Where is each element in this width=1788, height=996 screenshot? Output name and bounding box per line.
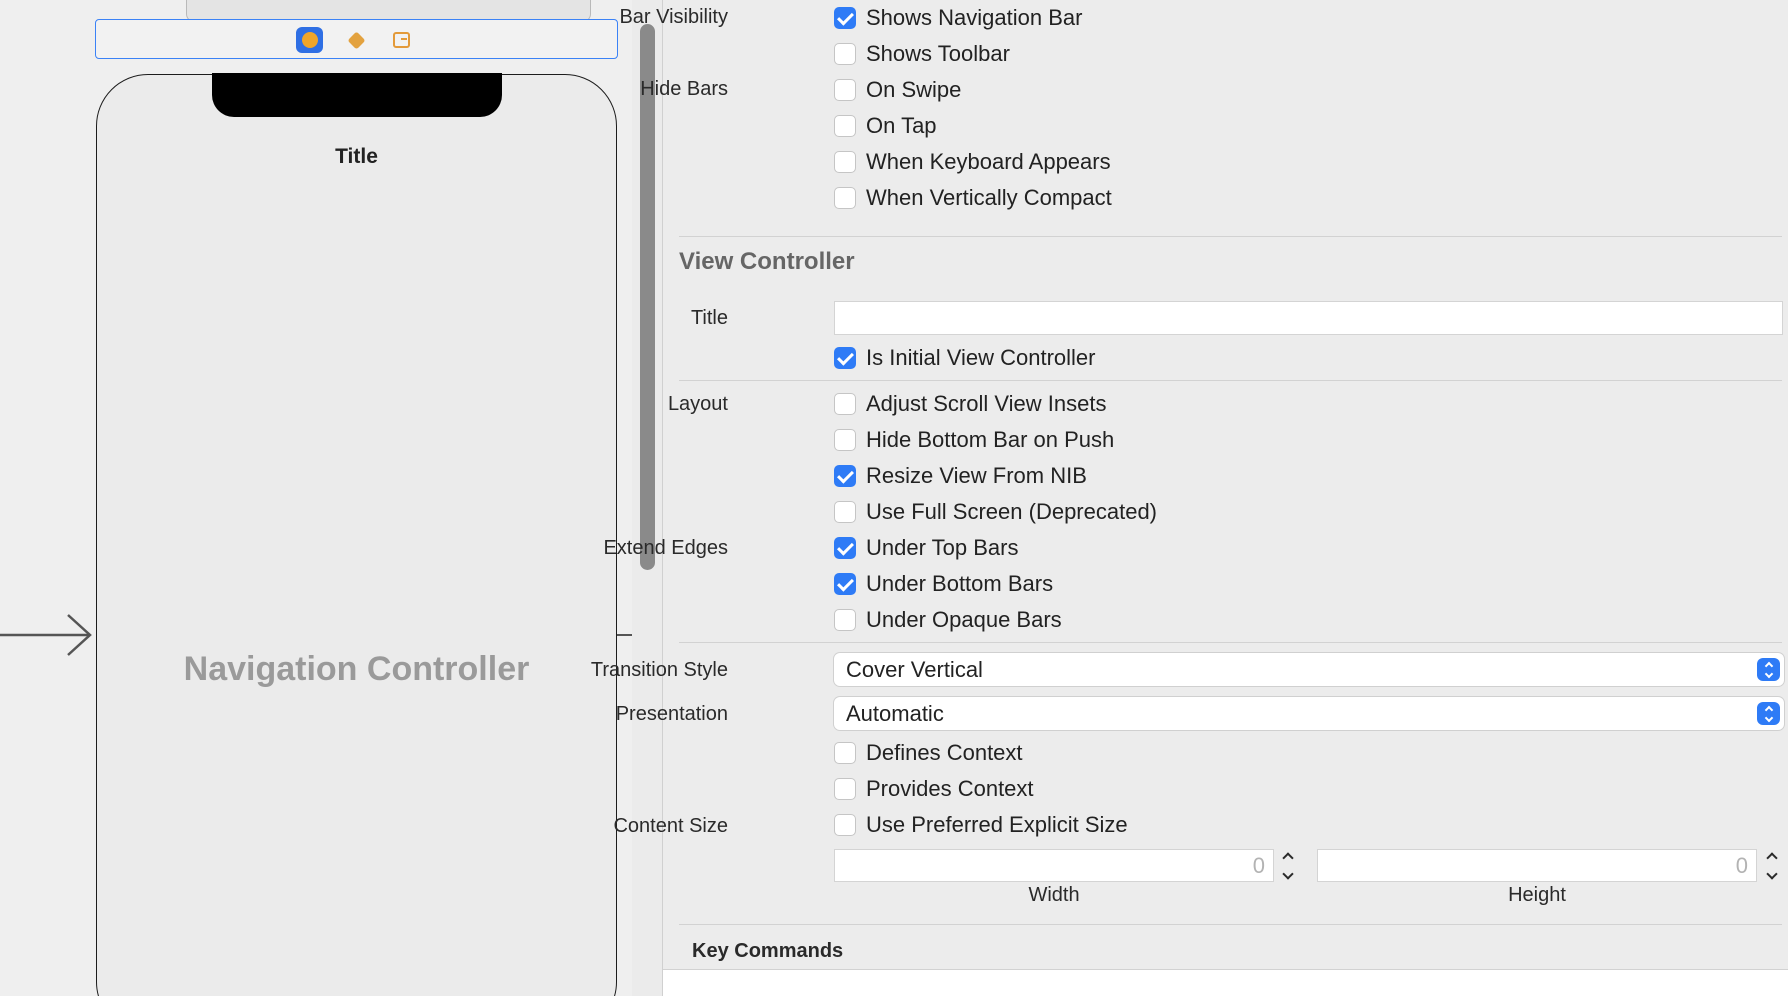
shows-toolbar-checkbox[interactable]: Shows Toolbar [834, 40, 1010, 68]
hide-bars-vertically-compact-checkbox[interactable]: When Vertically Compact [834, 184, 1112, 212]
navigation-controller-scene[interactable]: Title Navigation Controller [96, 73, 617, 996]
checkbox-label: Adjust Scroll View Insets [866, 391, 1107, 416]
key-commands-section-title: Key Commands [692, 940, 844, 962]
hide-bars-label: Hide Bars [640, 78, 728, 100]
checkbox-box[interactable] [834, 187, 856, 209]
hide-bars-on-tap-checkbox[interactable]: On Tap [834, 112, 937, 140]
checkbox-label: When Keyboard Appears [866, 149, 1111, 174]
checkbox-label: Defines Context [866, 740, 1023, 765]
checkbox-box[interactable] [834, 151, 856, 173]
extend-edges-label: Extend Edges [603, 537, 728, 559]
section-divider [679, 642, 1782, 643]
checkbox-label: Resize View From NIB [866, 463, 1087, 488]
provides-context-checkbox[interactable]: Provides Context [834, 775, 1034, 803]
checkbox-box[interactable] [834, 778, 856, 800]
checkbox-box[interactable] [834, 742, 856, 764]
hide-bars-keyboard-checkbox[interactable]: When Keyboard Appears [834, 148, 1111, 176]
width-caption: Width [1028, 884, 1080, 906]
checkbox-label: Is Initial View Controller [866, 345, 1096, 370]
storyboard-canvas[interactable]: Title Navigation Controller [0, 0, 632, 996]
checkbox-box[interactable] [834, 7, 856, 29]
is-initial-view-controller-checkbox[interactable]: Is Initial View Controller [834, 344, 1095, 372]
hide-bottom-bar-on-push-checkbox[interactable]: Hide Bottom Bar on Push [834, 426, 1114, 454]
checkbox-box[interactable] [834, 573, 856, 595]
checkbox-label: Hide Bottom Bar on Push [866, 427, 1115, 452]
checkbox-label: Provides Context [866, 776, 1034, 801]
first-responder-icon[interactable] [343, 27, 370, 53]
under-bottom-bars-checkbox[interactable]: Under Bottom Bars [834, 570, 1053, 598]
popup-value: Automatic [846, 700, 944, 726]
popup-value: Cover Vertical [846, 656, 983, 682]
section-divider [679, 236, 1782, 237]
under-opaque-bars-checkbox[interactable]: Under Opaque Bars [834, 606, 1062, 634]
checkbox-label: Under Top Bars [866, 535, 1019, 560]
checkbox-box[interactable] [834, 43, 856, 65]
presentation-popup[interactable]: Automatic [834, 697, 1784, 730]
content-size-label: Content Size [613, 815, 728, 837]
height-field[interactable]: 0 [1317, 849, 1757, 882]
checkbox-label: Use Full Screen (Deprecated) [866, 499, 1158, 524]
transition-style-label: Transition Style [590, 659, 728, 681]
layout-label: Layout [667, 393, 728, 415]
device-notch [212, 73, 502, 117]
use-preferred-explicit-size-checkbox[interactable]: Use Preferred Explicit Size [834, 811, 1128, 839]
checkbox-box[interactable] [834, 465, 856, 487]
exit-icon[interactable] [388, 27, 415, 53]
checkbox-box[interactable] [834, 537, 856, 559]
scene-dock[interactable] [95, 19, 618, 59]
view-controller-icon[interactable] [296, 27, 323, 53]
attributes-inspector: Bar Visibility Shows Navigation Bar Show… [591, 0, 1788, 996]
checkbox-label: On Tap [866, 113, 937, 138]
hide-bars-on-swipe-checkbox[interactable]: On Swipe [834, 76, 961, 104]
scene-label: Navigation Controller [183, 650, 530, 688]
title-input[interactable] [834, 301, 1783, 335]
checkbox-label: Use Preferred Explicit Size [866, 812, 1128, 837]
width-field[interactable]: 0 [834, 849, 1274, 882]
checkbox-label: On Swipe [866, 77, 962, 102]
section-divider [679, 380, 1782, 381]
checkbox-box[interactable] [834, 115, 856, 137]
checkbox-label: Under Bottom Bars [866, 571, 1054, 596]
defines-context-checkbox[interactable]: Defines Context [834, 739, 1023, 767]
chevron-up-down-icon[interactable] [1757, 702, 1780, 725]
checkbox-box[interactable] [834, 347, 856, 369]
height-caption: Height [1508, 884, 1566, 906]
resize-view-from-nib-checkbox[interactable]: Resize View From NIB [834, 462, 1087, 490]
shows-navigation-bar-checkbox[interactable]: Shows Navigation Bar [834, 4, 1082, 32]
checkbox-box[interactable] [834, 609, 856, 631]
checkbox-box[interactable] [834, 79, 856, 101]
checkbox-box[interactable] [834, 393, 856, 415]
key-commands-table[interactable] [663, 969, 1788, 996]
chevron-up-down-icon[interactable] [1757, 658, 1780, 681]
navigation-bar-title: Title [335, 145, 378, 168]
section-divider [679, 924, 1782, 925]
adjust-scroll-view-insets-checkbox[interactable]: Adjust Scroll View Insets [834, 390, 1106, 418]
title-label: Title [690, 307, 728, 329]
use-full-screen-checkbox[interactable]: Use Full Screen (Deprecated) [834, 498, 1157, 526]
checkbox-label: Under Opaque Bars [866, 607, 1062, 632]
checkbox-label: Shows Navigation Bar [866, 5, 1083, 30]
checkbox-label: When Vertically Compact [866, 185, 1112, 210]
bar-visibility-label: Bar Visibility [619, 6, 728, 28]
height-stepper[interactable] [1762, 848, 1782, 884]
transition-style-popup[interactable]: Cover Vertical [834, 653, 1784, 686]
initial-entry-arrow-icon[interactable] [0, 610, 95, 660]
checkbox-box[interactable] [834, 814, 856, 836]
checkbox-box[interactable] [834, 501, 856, 523]
presentation-label: Presentation [615, 703, 728, 725]
checkbox-label: Shows Toolbar [866, 41, 1010, 66]
under-top-bars-checkbox[interactable]: Under Top Bars [834, 534, 1018, 562]
relationship-segue-line[interactable] [617, 634, 632, 636]
canvas-scrollbar[interactable] [640, 24, 655, 570]
checkbox-box[interactable] [834, 429, 856, 451]
width-stepper[interactable] [1278, 848, 1298, 884]
view-controller-section-title: View Controller [679, 248, 855, 275]
